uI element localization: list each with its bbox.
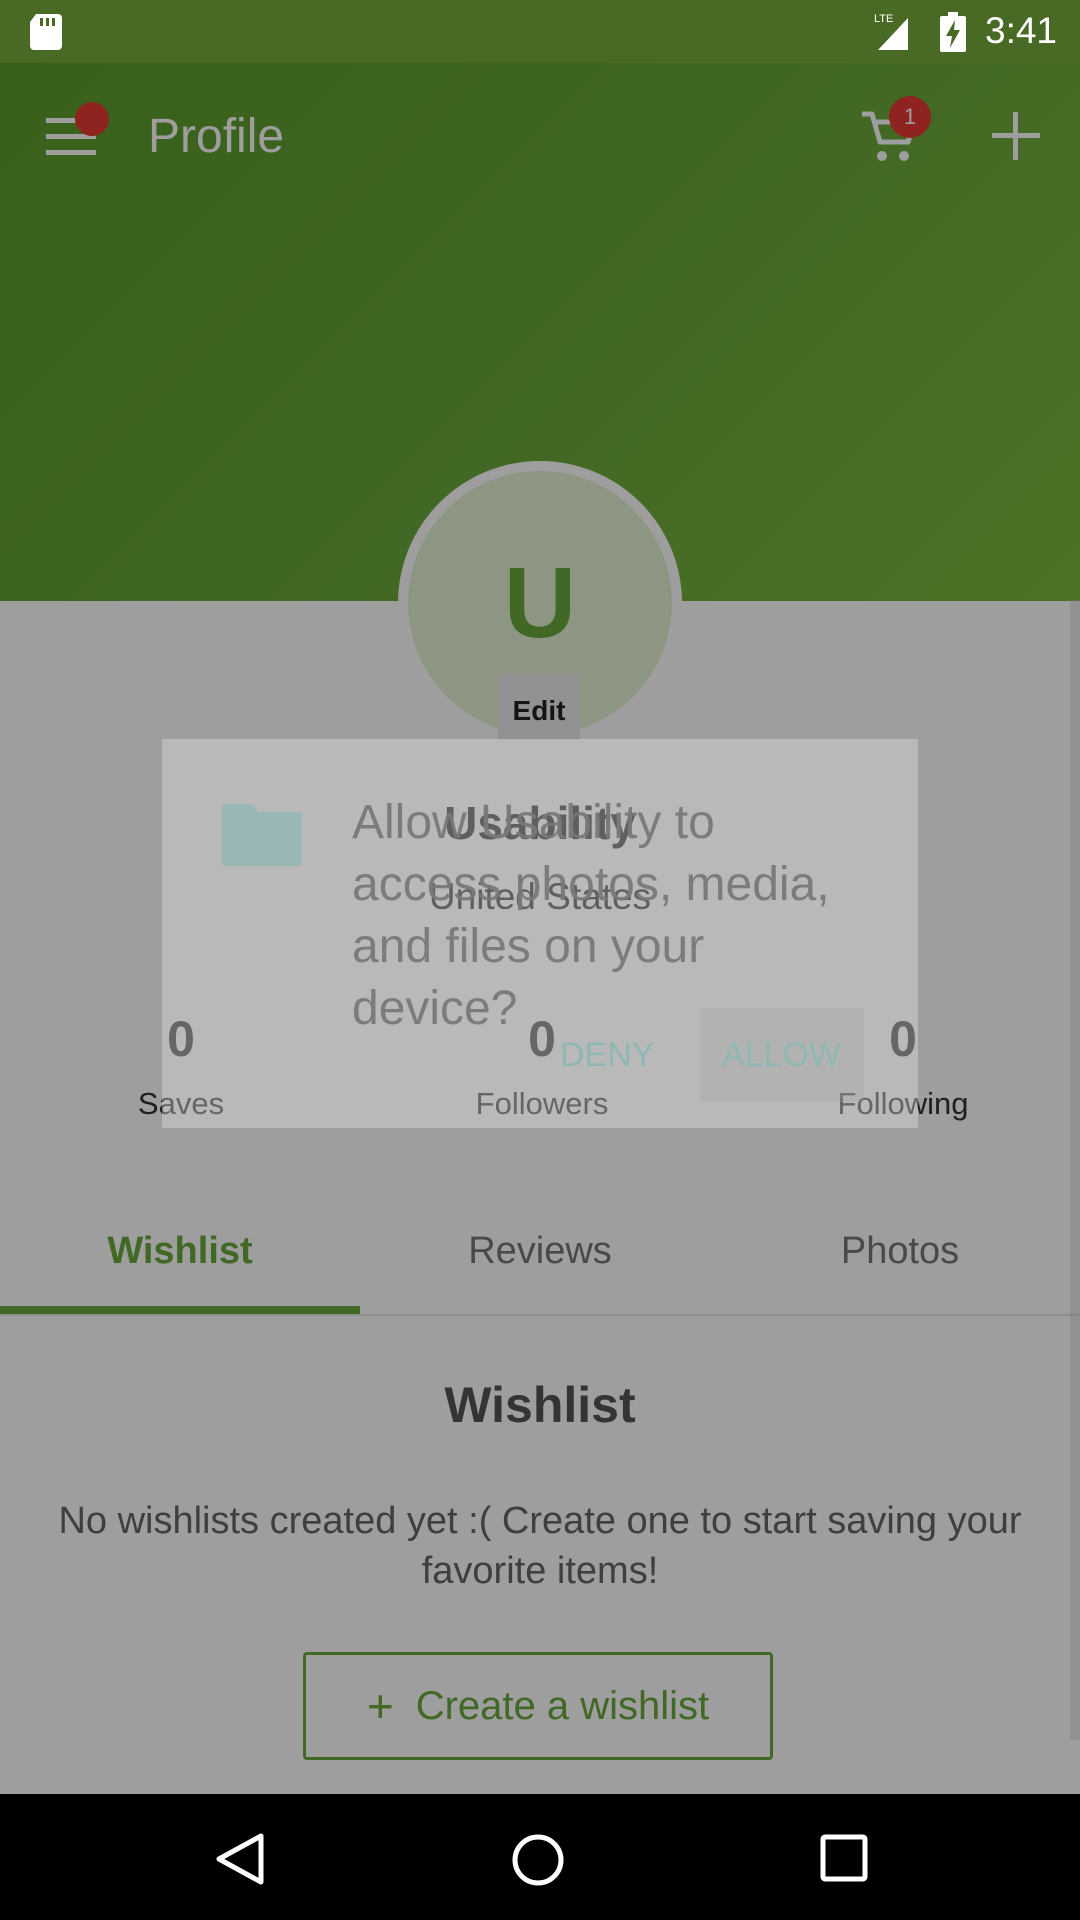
recent-apps-icon[interactable] xyxy=(820,1834,868,1882)
clock: 3:41 xyxy=(985,10,1058,51)
sd-card-icon xyxy=(30,14,62,50)
folder-icon xyxy=(222,804,302,866)
back-icon[interactable] xyxy=(213,1832,265,1886)
scrollbar[interactable] xyxy=(1070,600,1080,1740)
allow-button-label: ALLOW xyxy=(722,1036,842,1074)
deny-button[interactable]: DENY xyxy=(560,1036,654,1075)
status-bar: LTE 3:41 xyxy=(0,0,1080,63)
home-icon[interactable] xyxy=(510,1832,566,1888)
svg-text:LTE: LTE xyxy=(874,13,893,25)
lte-signal-icon: LTE xyxy=(874,13,908,50)
battery-charging-icon xyxy=(940,12,966,52)
permission-message: Allow Usability to access photos, media,… xyxy=(352,796,830,1035)
